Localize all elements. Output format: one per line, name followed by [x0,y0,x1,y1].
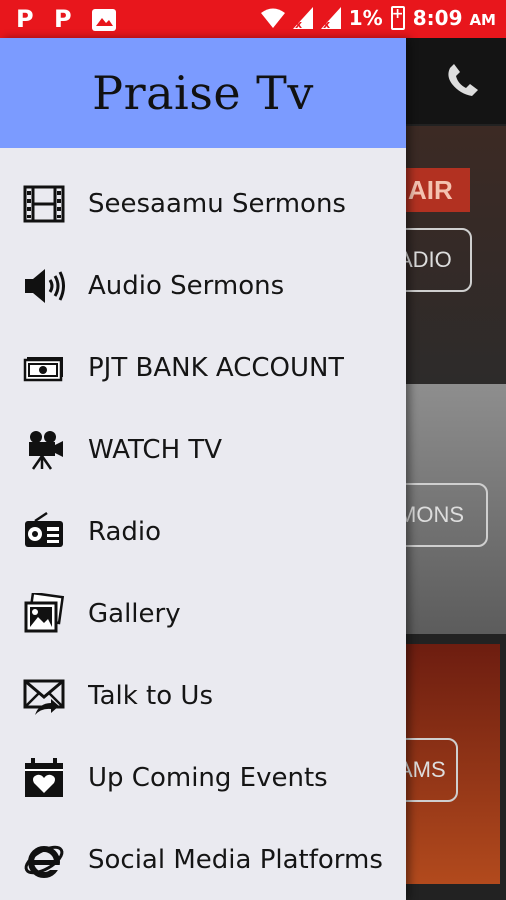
menu-item-watch-tv[interactable]: WATCH TV [0,409,406,491]
speaker-icon [22,264,66,308]
calendar-heart-icon [22,756,66,800]
menu-item-label: Up Coming Events [88,763,328,793]
clock: 8:09 AM [412,6,496,30]
menu-item-label: Radio [88,517,162,547]
radio-card-button[interactable]: ADIO [396,228,472,292]
movie-camera-icon [22,428,66,472]
money-icon [22,346,66,390]
menu-item-radio[interactable]: Radio [0,491,406,573]
menu-item-label: Gallery [88,599,181,629]
battery-icon [390,6,405,30]
battery-percent: 1% [348,6,383,30]
menu-item-seesaamu-sermons[interactable]: Seesaamu Sermons [0,163,406,245]
internet-explorer-icon [22,838,66,882]
menu-item-audio-sermons[interactable]: Audio Sermons [0,245,406,327]
signal-icon: x [320,7,341,29]
svg-text:x: x [295,18,302,29]
wifi-icon [260,8,285,28]
menu-item-label: WATCH TV [88,435,223,465]
menu-item-label: Seesaamu Sermons [88,189,346,219]
notification-p-icon: P [16,5,34,33]
menu-item-label: PJT BANK ACCOUNT [88,353,345,383]
on-air-badge: AIR [406,168,470,212]
film-icon [22,182,66,226]
gallery-notification-icon [92,9,116,31]
status-bar: P P x x 1% 8:09 AM [0,0,506,38]
drawer-title: Praise Tv [92,66,314,120]
notification-icons: P P [16,6,116,32]
mail-icon [22,674,66,718]
notification-p-icon: P [54,5,72,33]
menu-item-bank-account[interactable]: PJT BANK ACCOUNT [0,327,406,409]
menu-item-upcoming-events[interactable]: Up Coming Events [0,737,406,819]
menu-item-talk-to-us[interactable]: Talk to Us [0,655,406,737]
menu-item-label: Audio Sermons [88,271,285,301]
navigation-drawer: Praise Tv Seesaamu Sermons Audio Sermons… [0,38,406,900]
menu-item-social-media[interactable]: Social Media Platforms [0,819,406,900]
gallery-icon [22,592,66,636]
menu-item-label: Social Media Platforms [88,845,383,875]
radio-icon [22,510,66,554]
menu-item-gallery[interactable]: Gallery [0,573,406,655]
status-right: x x 1% 8:09 AM [260,6,496,30]
menu-item-label: Talk to Us [88,681,213,711]
drawer-header: Praise Tv [0,38,406,148]
svg-text:x: x [323,18,330,29]
phone-icon[interactable] [442,62,482,102]
sermons-card-button[interactable]: MONS [396,483,488,547]
signal-icon: x [292,7,313,29]
drawer-menu: Seesaamu Sermons Audio Sermons PJT BANK … [0,148,406,900]
